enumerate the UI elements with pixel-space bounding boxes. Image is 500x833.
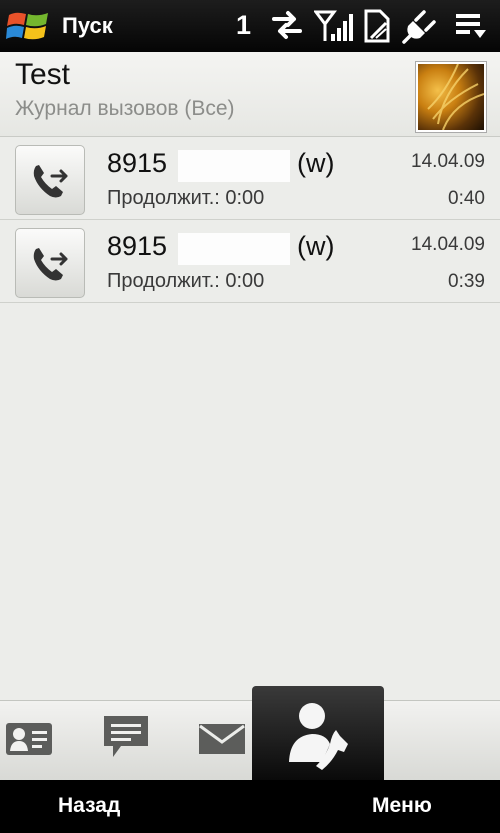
status-bar: Пуск 1 [0, 0, 500, 52]
tab-call-history-active[interactable] [252, 686, 384, 780]
power-plug-icon [402, 10, 436, 44]
call-history-item[interactable]: 8915 (w) Продолжит.: 0:00 14.04.09 0:40 [0, 137, 500, 220]
email-envelope-icon[interactable] [198, 723, 246, 755]
redacted-number-area [178, 233, 290, 265]
back-softkey[interactable]: Назад [58, 794, 120, 818]
flower-photo-icon [427, 64, 484, 130]
call-history-item[interactable]: 8915 (w) Продолжит.: 0:00 14.04.09 0:39 [0, 220, 500, 303]
start-button[interactable]: Пуск [62, 13, 113, 39]
call-number: 8915 [107, 231, 168, 261]
sms-message-icon[interactable] [101, 713, 151, 763]
call-duration: Продолжит.: 0:00 [107, 187, 265, 209]
windows-logo-icon[interactable] [6, 9, 50, 43]
outgoing-call-icon [33, 248, 68, 281]
call-action-button[interactable] [15, 228, 85, 298]
contact-call-history-icon [289, 703, 348, 770]
call-number-type: (w) [297, 148, 335, 178]
contact-photo[interactable] [416, 62, 486, 132]
data-transfer-icon [272, 11, 302, 39]
contact-name: Test [15, 58, 71, 91]
menu-sort-icon[interactable] [454, 8, 488, 42]
redacted-number-area [178, 150, 290, 182]
notification-count[interactable]: 1 [236, 10, 251, 41]
contact-card-icon[interactable] [4, 717, 54, 761]
call-number: 8915 [107, 148, 168, 178]
softkey-bar: Назад Меню [0, 780, 500, 833]
contact-tab-strip [0, 700, 500, 781]
contact-header: Test Журнал вызовов (Все) [0, 52, 500, 137]
call-time: 0:40 [448, 188, 485, 209]
call-action-button[interactable] [15, 145, 85, 215]
signal-strength-icon [314, 10, 353, 41]
call-log-filter-label[interactable]: Журнал вызовов (Все) [15, 97, 235, 121]
call-number-type: (w) [297, 231, 335, 261]
call-date: 14.04.09 [411, 151, 485, 172]
call-time: 0:39 [448, 271, 485, 292]
outgoing-call-icon [33, 165, 68, 198]
no-sim-icon [364, 9, 390, 43]
menu-softkey[interactable]: Меню [372, 794, 432, 818]
call-duration: Продолжит.: 0:00 [107, 270, 265, 292]
call-date: 14.04.09 [411, 234, 485, 255]
